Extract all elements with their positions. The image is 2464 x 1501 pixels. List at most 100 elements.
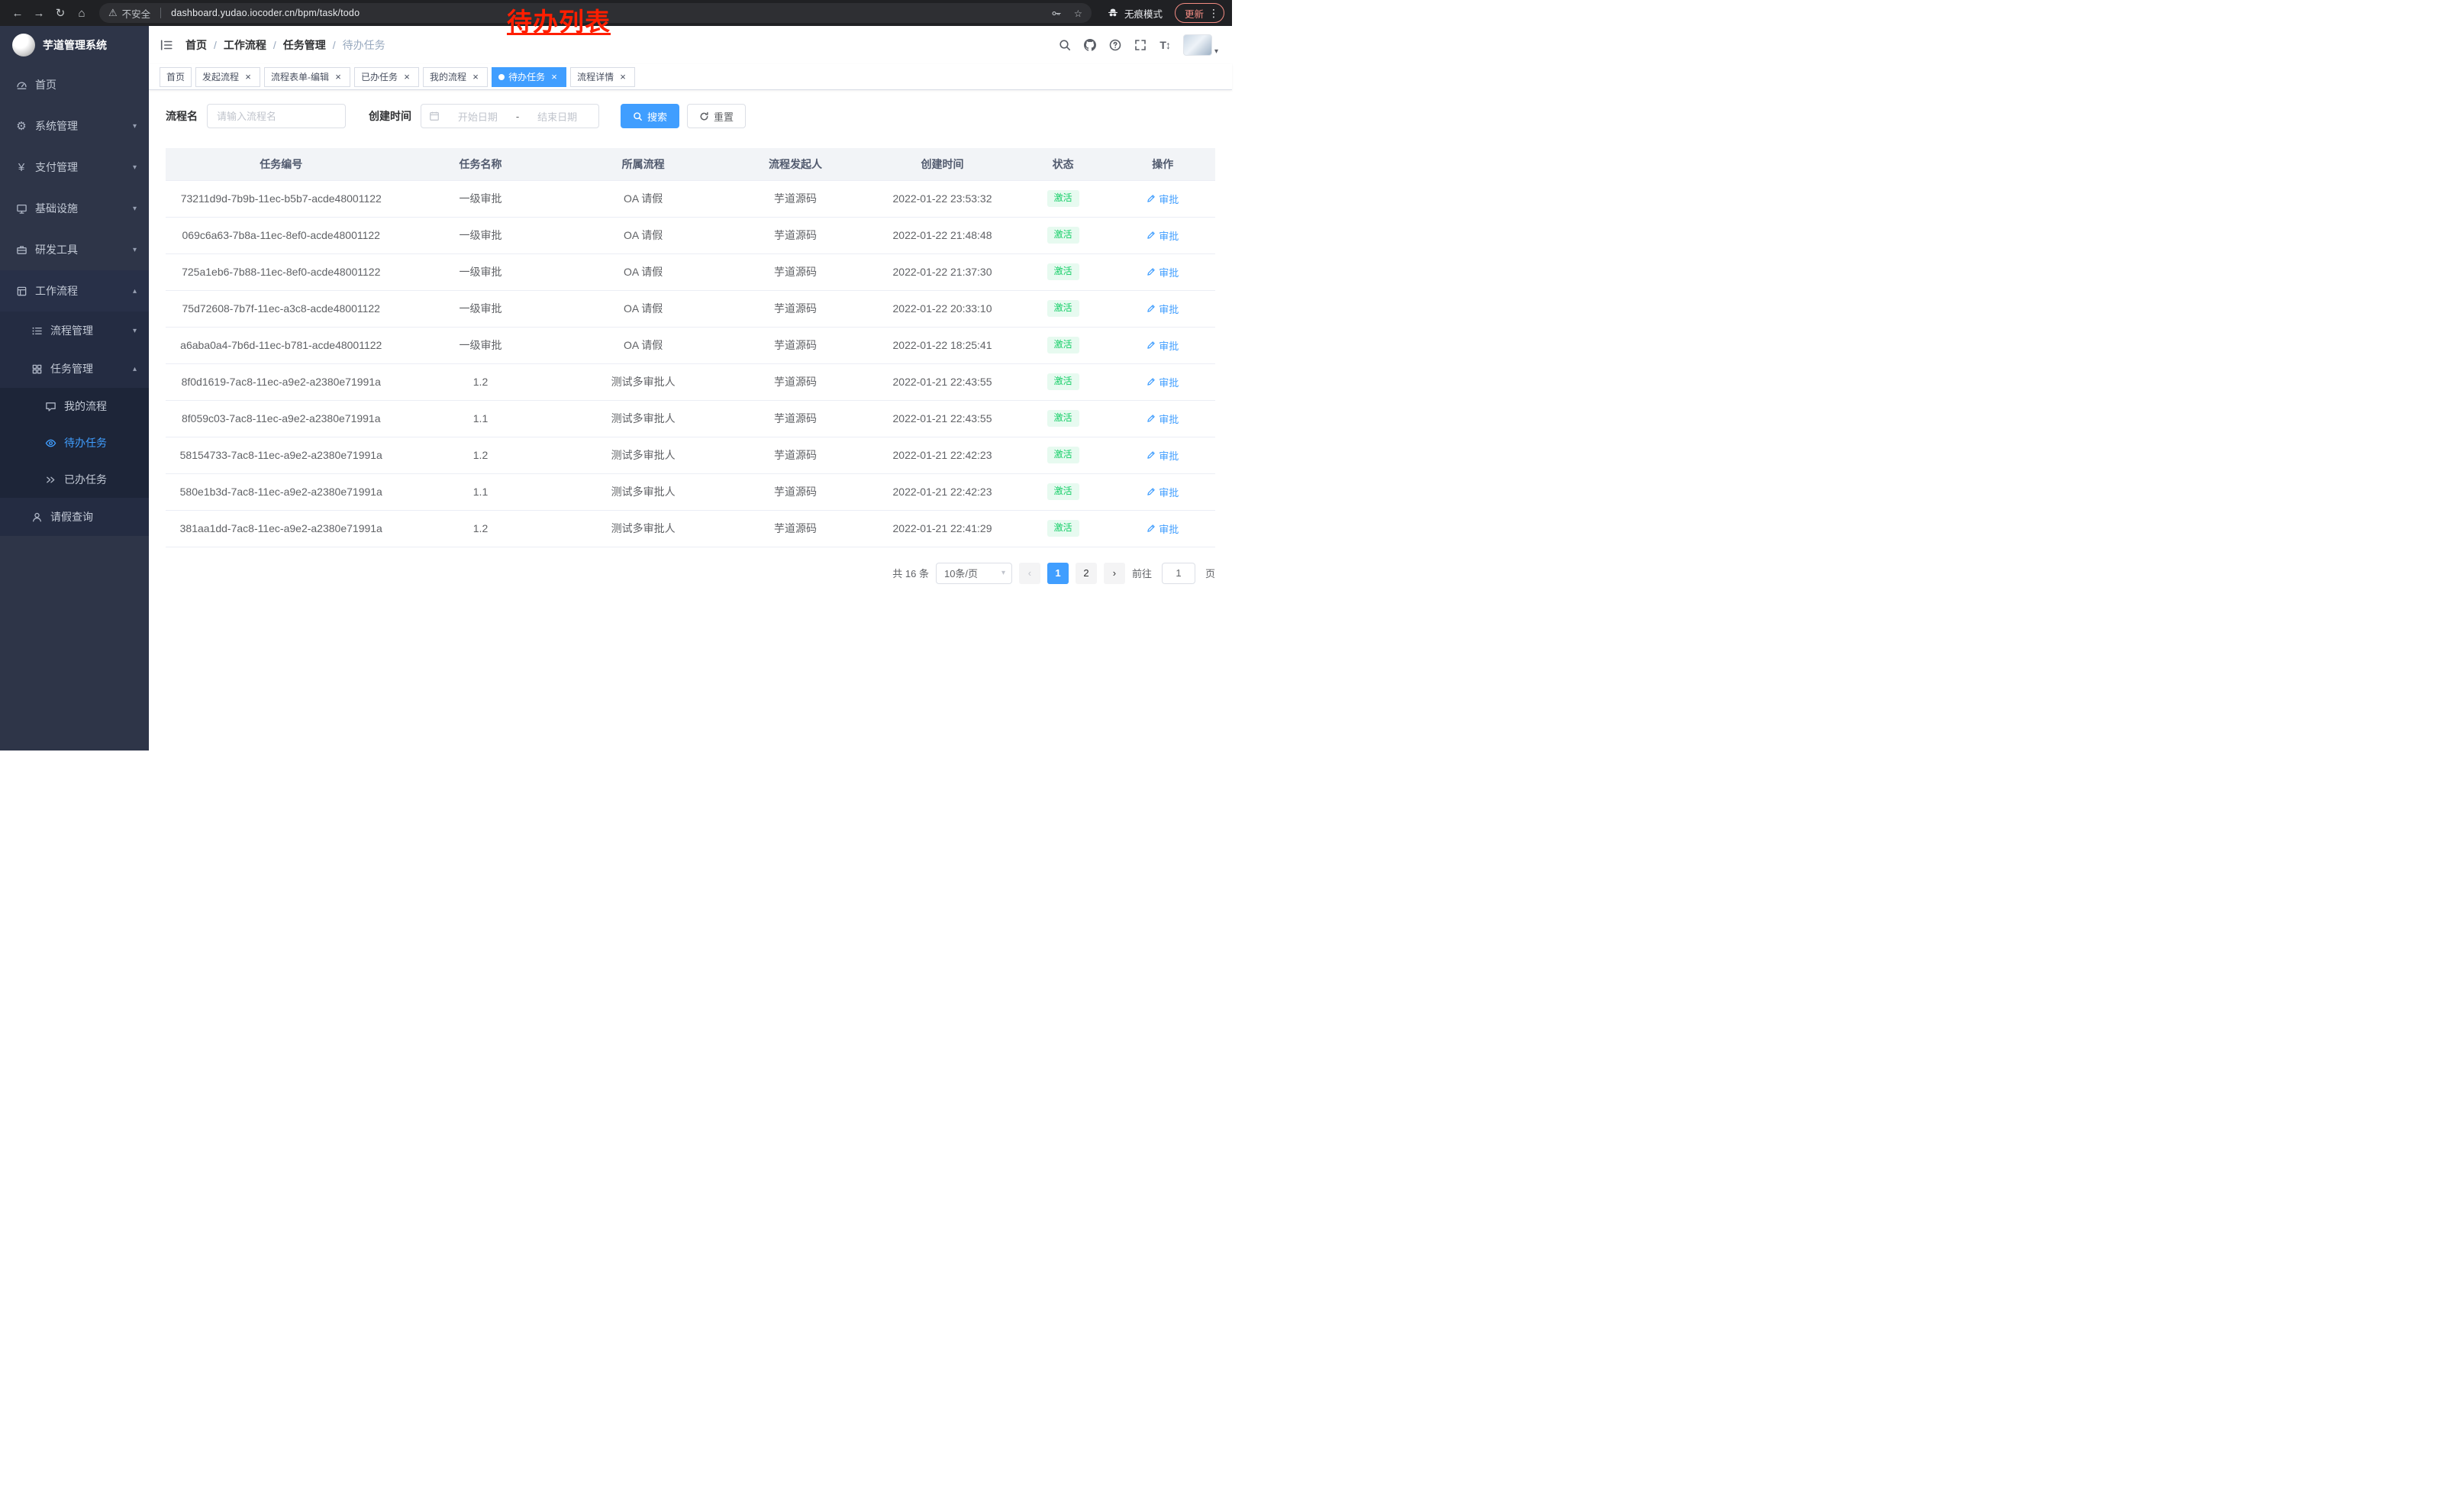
status-badge: 激活: [1047, 227, 1079, 244]
github-icon[interactable]: [1084, 39, 1096, 51]
approve-button[interactable]: 审批: [1147, 448, 1179, 463]
initiator-cell: 芋道源码: [722, 253, 869, 290]
task-name-cell: 1.1: [397, 473, 565, 510]
process-cell: OA 请假: [565, 290, 722, 327]
create-time-cell: 2022-01-22 21:37:30: [869, 253, 1016, 290]
browser-menu-icon[interactable]: ⋮: [1208, 7, 1219, 20]
process-cell: 测试多审批人: [565, 510, 722, 547]
close-icon[interactable]: ×: [618, 72, 628, 82]
reload-icon[interactable]: ↻: [50, 3, 70, 23]
approve-button[interactable]: 审批: [1147, 265, 1179, 279]
approve-button[interactable]: 审批: [1147, 338, 1179, 353]
status-cell: 激活: [1016, 217, 1111, 253]
divider: [160, 8, 161, 18]
initiator-cell: 芋道源码: [722, 473, 869, 510]
font-size-icon[interactable]: T↕: [1159, 39, 1170, 51]
sidebar-item-process-mgmt[interactable]: 流程管理 ▾: [0, 311, 149, 350]
chevron-up-icon: ▴: [133, 365, 137, 373]
breadcrumb-workflow[interactable]: 工作流程: [224, 37, 266, 53]
tab-home[interactable]: 首页: [160, 67, 192, 87]
close-icon[interactable]: ×: [243, 72, 253, 82]
approve-button[interactable]: 审批: [1147, 302, 1179, 316]
breadcrumb-task-mgmt[interactable]: 任务管理: [283, 37, 326, 53]
status-badge: 激活: [1047, 447, 1079, 463]
approve-button[interactable]: 审批: [1147, 485, 1179, 499]
tab-start-process[interactable]: 发起流程 ×: [195, 67, 260, 87]
create-time-range-picker[interactable]: 开始日期 - 结束日期: [421, 104, 599, 128]
breadcrumb-current: 待办任务: [343, 37, 385, 53]
search-button[interactable]: 搜索: [621, 104, 679, 128]
page-1-button[interactable]: 1: [1047, 563, 1069, 584]
reset-button[interactable]: 重置: [687, 104, 746, 128]
user-avatar[interactable]: [1183, 34, 1212, 56]
goto-label: 前往: [1132, 566, 1152, 580]
fullscreen-icon[interactable]: [1134, 39, 1147, 51]
tab-done-task[interactable]: 已办任务 ×: [354, 67, 419, 87]
status-badge: 激活: [1047, 410, 1079, 427]
process-cell: OA 请假: [565, 217, 722, 253]
sidebar-item-home[interactable]: 首页: [0, 64, 149, 105]
sidebar-item-workflow[interactable]: 工作流程 ▴: [0, 270, 149, 311]
task-id-cell: 8f059c03-7ac8-11ec-a9e2-a2380e71991a: [166, 400, 397, 437]
actions-cell: 审批: [1111, 253, 1216, 290]
tab-process-detail[interactable]: 流程详情 ×: [570, 67, 635, 87]
next-page-button[interactable]: ›: [1104, 563, 1125, 584]
process-cell: OA 请假: [565, 180, 722, 217]
close-icon[interactable]: ×: [402, 72, 412, 82]
back-icon[interactable]: ←: [8, 3, 27, 23]
page-2-button[interactable]: 2: [1076, 563, 1097, 584]
close-icon[interactable]: ×: [470, 72, 481, 82]
status-badge: 激活: [1047, 483, 1079, 500]
prev-page-button[interactable]: ‹: [1019, 563, 1040, 584]
tab-todo-task[interactable]: 待办任务 ×: [492, 67, 566, 87]
approve-button[interactable]: 审批: [1147, 228, 1179, 243]
sidebar-item-infra[interactable]: 基础设施 ▾: [0, 188, 149, 229]
dashboard-icon: [15, 79, 27, 91]
sidebar-item-my-process[interactable]: 我的流程: [0, 388, 149, 424]
close-icon[interactable]: ×: [333, 72, 343, 82]
sidebar-item-todo-task[interactable]: 待办任务: [0, 424, 149, 461]
sidebar-toggle-icon[interactable]: [160, 38, 173, 52]
approve-button[interactable]: 审批: [1147, 521, 1179, 536]
process-cell: 测试多审批人: [565, 400, 722, 437]
goto-page-input[interactable]: [1162, 563, 1195, 584]
search-icon[interactable]: [1059, 39, 1071, 51]
forward-icon[interactable]: →: [29, 3, 49, 23]
sidebar-item-done-task[interactable]: 已办任务: [0, 461, 149, 498]
total-count: 共 16 条: [892, 566, 929, 580]
logo-avatar-image: [12, 34, 35, 56]
sidebar-item-payment[interactable]: ¥ 支付管理 ▾: [0, 147, 149, 188]
create-time-cell: 2022-01-22 23:53:32: [869, 180, 1016, 217]
pen-icon: [1147, 304, 1156, 313]
actions-cell: 审批: [1111, 327, 1216, 363]
key-icon[interactable]: [1050, 8, 1062, 19]
sidebar-item-system[interactable]: ⚙ 系统管理 ▾: [0, 105, 149, 147]
approve-button[interactable]: 审批: [1147, 412, 1179, 426]
sidebar-item-devtools[interactable]: 研发工具 ▾: [0, 229, 149, 270]
status-cell: 激活: [1016, 327, 1111, 363]
approve-button[interactable]: 审批: [1147, 375, 1179, 389]
user-menu[interactable]: ▾: [1183, 34, 1218, 56]
help-icon[interactable]: [1109, 39, 1121, 51]
sidebar-item-task-mgmt[interactable]: 任务管理 ▴: [0, 350, 149, 388]
pen-icon: [1147, 377, 1156, 386]
browser-update-button[interactable]: 更新 ⋮: [1175, 3, 1224, 23]
actions-cell: 审批: [1111, 510, 1216, 547]
tab-my-process[interactable]: 我的流程 ×: [423, 67, 488, 87]
home-icon[interactable]: ⌂: [72, 3, 92, 23]
initiator-cell: 芋道源码: [722, 180, 869, 217]
sidebar-item-leave-query[interactable]: 请假查询: [0, 498, 149, 536]
bookmark-star-icon[interactable]: ☆: [1074, 8, 1082, 19]
close-icon[interactable]: ×: [549, 72, 560, 82]
task-id-cell: 58154733-7ac8-11ec-a9e2-a2380e71991a: [166, 437, 397, 473]
approve-button[interactable]: 审批: [1147, 192, 1179, 206]
tab-form-edit[interactable]: 流程表单-编辑 ×: [264, 67, 350, 87]
process-name-input[interactable]: [207, 104, 346, 128]
task-id-cell: 580e1b3d-7ac8-11ec-a9e2-a2380e71991a: [166, 473, 397, 510]
yen-icon: ¥: [15, 162, 27, 173]
page-size-select[interactable]: 10条/页 ▾: [936, 563, 1012, 584]
pen-icon: [1147, 450, 1156, 460]
address-bar[interactable]: ⚠ 不安全 dashboard.yudao.iocoder.cn/bpm/tas…: [99, 3, 1092, 23]
breadcrumb-home[interactable]: 首页: [185, 37, 207, 53]
app-logo[interactable]: 芋道管理系统: [0, 26, 149, 64]
